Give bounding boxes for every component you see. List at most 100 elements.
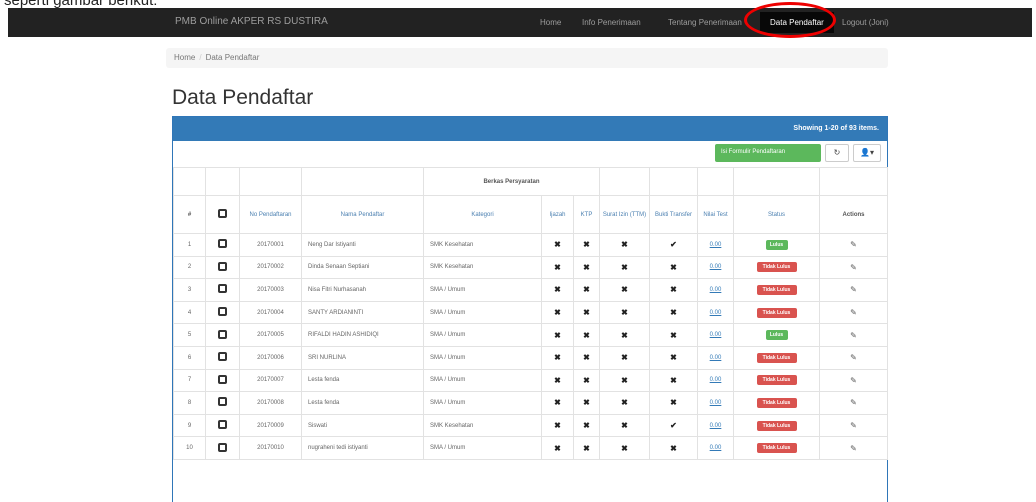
test-score-link[interactable]: 0.00 [710, 423, 722, 429]
row-number: 1 [173, 233, 206, 257]
transfer-status-icon: ✖ [649, 323, 698, 347]
panel-heading: Showing 1-20 of 93 items. [173, 117, 887, 141]
applicant-name: RIFALDI HADIN ASHIDIQI [301, 323, 424, 347]
edit-pencil-icon[interactable]: ✎ [850, 263, 857, 272]
refresh-icon[interactable]: ↻ [825, 144, 849, 162]
test-score-link[interactable]: 0.00 [710, 287, 722, 293]
status-badge: Tidak Lulus [756, 375, 797, 386]
test-score-link[interactable]: 0.00 [710, 445, 722, 451]
transfer-status-icon: ✖ [649, 368, 698, 393]
row-checkbox[interactable] [218, 420, 227, 430]
row-checkbox-cell[interactable] [205, 300, 240, 325]
row-number: 4 [173, 300, 206, 325]
row-number: 7 [173, 368, 206, 393]
row-checkbox-cell[interactable] [205, 391, 240, 415]
nav-tentang-penerimaan[interactable]: Tentang Penerimaan [668, 18, 742, 27]
col-nama[interactable]: Nama Pendaftar [301, 195, 424, 234]
test-score-cell: 0.00 [697, 255, 734, 280]
test-score-cell: 0.00 [697, 345, 734, 370]
edit-pencil-icon[interactable]: ✎ [850, 353, 857, 362]
nav-tentang-wrap: Tentang Penerimaan [668, 8, 742, 37]
row-number: 8 [173, 391, 206, 415]
edit-pencil-icon[interactable]: ✎ [850, 421, 857, 430]
category: SMA / Umum [423, 300, 542, 325]
izin-status-icon: ✖ [599, 233, 650, 257]
test-score-link[interactable]: 0.00 [710, 310, 722, 316]
row-checkbox[interactable] [218, 329, 227, 339]
test-score-cell: 0.00 [697, 278, 734, 302]
test-score-link[interactable]: 0.00 [710, 264, 722, 270]
izin-status-icon: ✖ [599, 345, 650, 370]
edit-pencil-icon[interactable]: ✎ [850, 308, 857, 317]
status-badge: Lulus [765, 330, 788, 341]
test-score-link[interactable]: 0.00 [710, 332, 722, 338]
row-checkbox-cell[interactable] [205, 413, 240, 438]
row-checkbox[interactable] [218, 374, 227, 384]
user-icon: 👤▾ [860, 148, 874, 157]
edit-pencil-icon[interactable]: ✎ [850, 240, 857, 249]
col-status[interactable]: Status [733, 195, 820, 234]
applicants-table: Berkas Persyaratan # No Pendaftaran Nama… [173, 167, 888, 460]
row-checkbox[interactable] [218, 261, 227, 271]
status-cell: Lulus [733, 233, 820, 257]
row-checkbox[interactable] [218, 284, 227, 294]
registration-number: 20170003 [239, 278, 302, 302]
col-nilai-test[interactable]: Nilai Test [697, 195, 734, 234]
edit-pencil-icon[interactable]: ✎ [850, 444, 857, 453]
status-badge: Tidak Lulus [756, 284, 797, 295]
applicant-name: Siswati [301, 413, 424, 438]
nav-logout[interactable]: Logout (Joni) [842, 18, 889, 27]
status-cell: Tidak Lulus [733, 368, 820, 393]
nav-info-penerimaan[interactable]: Info Penerimaan [582, 18, 641, 27]
test-score-cell: 0.00 [697, 368, 734, 393]
edit-pencil-icon[interactable]: ✎ [850, 376, 857, 385]
edit-pencil-icon[interactable]: ✎ [850, 331, 857, 340]
ktp-status-icon: ✖ [573, 345, 600, 370]
col-ktp[interactable]: KTP [573, 195, 600, 234]
col-bukti-transfer[interactable]: Bukti Transfer [649, 195, 698, 234]
row-checkbox-cell[interactable] [205, 345, 240, 370]
row-checkbox-cell[interactable] [205, 255, 240, 280]
add-registration-button[interactable]: Isi Formulir Pendaftaran [715, 144, 821, 162]
registration-number: 20170010 [239, 436, 302, 460]
ktp-status-icon: ✖ [573, 436, 600, 460]
ijazah-status-icon: ✖ [541, 391, 574, 415]
nav-home[interactable]: Home [540, 18, 561, 27]
export-menu-button[interactable]: 👤▾ [853, 144, 881, 162]
brand-link[interactable]: PMB Online AKPER RS DUSTIRA [175, 16, 328, 27]
izin-status-icon: ✖ [599, 436, 650, 460]
transfer-status-icon: ✔ [649, 413, 698, 438]
breadcrumb-home[interactable]: Home [174, 53, 195, 62]
actions-cell: ✎ [819, 323, 888, 347]
row-checkbox[interactable] [218, 442, 227, 452]
edit-pencil-icon[interactable]: ✎ [850, 398, 857, 407]
row-checkbox[interactable] [218, 352, 227, 362]
test-score-link[interactable]: 0.00 [710, 377, 722, 383]
breadcrumb: Home / Data Pendaftar [166, 48, 888, 68]
row-checkbox[interactable] [218, 307, 227, 317]
edit-pencil-icon[interactable]: ✎ [850, 285, 857, 294]
data-panel: Showing 1-20 of 93 items. Isi Formulir P… [172, 116, 888, 502]
row-checkbox[interactable] [218, 397, 227, 407]
row-checkbox-cell[interactable] [205, 323, 240, 347]
test-score-link[interactable]: 0.00 [710, 242, 722, 248]
row-checkbox[interactable] [218, 239, 227, 249]
test-score-link[interactable]: 0.00 [710, 355, 722, 361]
ktp-status-icon: ✖ [573, 233, 600, 257]
col-surat-izin[interactable]: Surat Izin (TTM) [599, 195, 650, 234]
row-checkbox-cell[interactable] [205, 436, 240, 460]
row-checkbox-cell[interactable] [205, 368, 240, 393]
registration-number: 20170002 [239, 255, 302, 280]
test-score-link[interactable]: 0.00 [710, 400, 722, 406]
col-kategori[interactable]: Kategori [423, 195, 542, 234]
applicant-name: SANTY ARDIANINTI [301, 300, 424, 325]
nav-logout-wrap: Logout (Joni) [842, 8, 889, 37]
col-select[interactable] [205, 195, 240, 234]
row-checkbox-cell[interactable] [205, 233, 240, 257]
ijazah-status-icon: ✖ [541, 233, 574, 257]
col-ijazah[interactable]: Ijazah [541, 195, 574, 234]
category: SMA / Umum [423, 368, 542, 393]
col-no-pendaftaran[interactable]: No Pendaftaran [239, 195, 302, 234]
select-all-checkbox[interactable] [218, 209, 227, 218]
row-checkbox-cell[interactable] [205, 278, 240, 302]
